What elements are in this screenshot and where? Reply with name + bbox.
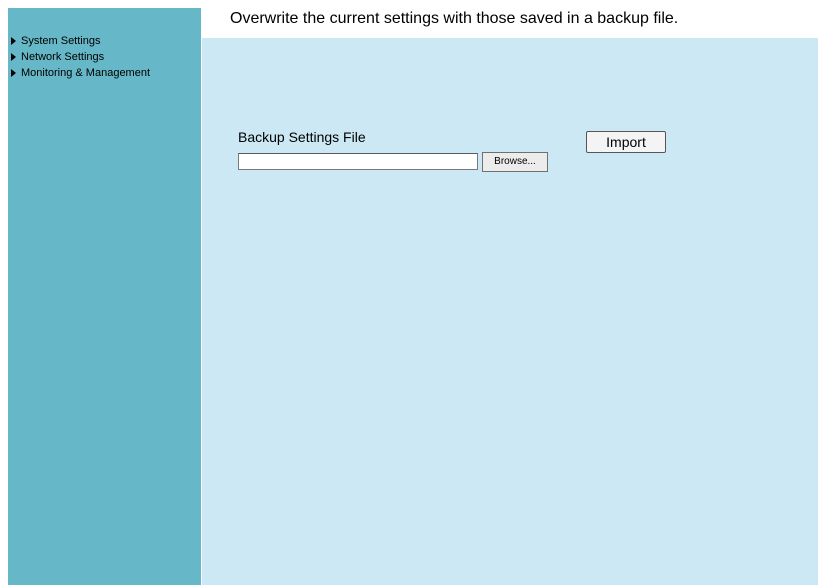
import-button[interactable]: Import — [586, 131, 666, 153]
sidebar-item-label: System Settings — [21, 35, 101, 47]
main-content: Overwrite the current settings with thos… — [202, 8, 818, 585]
backup-settings-file-label: Backup Settings File — [238, 129, 366, 145]
triangle-right-icon — [11, 53, 16, 61]
sidebar: System Settings Network Settings Monitor… — [8, 8, 201, 585]
sidebar-item-monitoring-management[interactable]: Monitoring & Management — [11, 65, 150, 81]
browse-button[interactable]: Browse... — [482, 152, 548, 172]
header-bar: Overwrite the current settings with thos… — [202, 8, 818, 38]
app-frame: System Settings Network Settings Monitor… — [8, 8, 818, 585]
backup-file-input[interactable] — [238, 153, 478, 170]
triangle-right-icon — [11, 69, 16, 77]
sidebar-item-system-settings[interactable]: System Settings — [11, 33, 150, 49]
sidebar-item-network-settings[interactable]: Network Settings — [11, 49, 150, 65]
triangle-right-icon — [11, 37, 16, 45]
sidebar-item-label: Monitoring & Management — [21, 67, 151, 79]
page-title: Overwrite the current settings with thos… — [230, 10, 679, 27]
sidebar-item-label: Network Settings — [21, 51, 105, 63]
sidebar-nav: System Settings Network Settings Monitor… — [11, 33, 150, 81]
